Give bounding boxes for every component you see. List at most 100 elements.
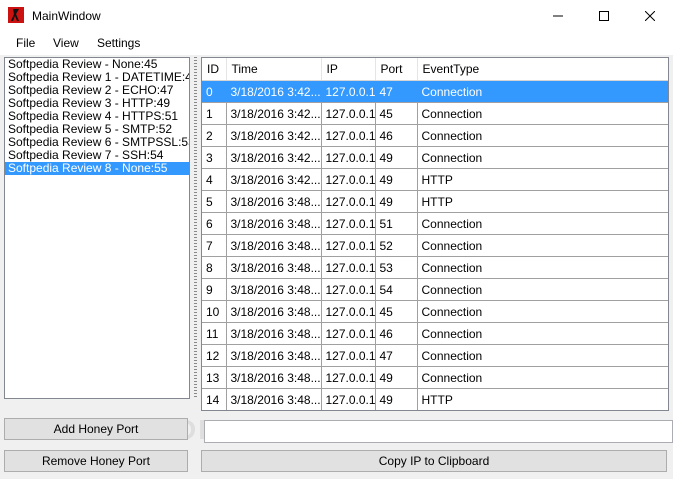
table-cell: 49 [375,146,418,169]
menu-settings[interactable]: Settings [97,36,140,50]
list-item[interactable]: Softpedia Review 2 - ECHO:47 [5,84,189,97]
table-cell: Connection [417,344,668,367]
table-cell: Connection [417,278,668,301]
table-cell: 127.0.0.1 [321,344,376,367]
table-cell: 3/18/2016 3:42... [226,146,322,169]
table-row[interactable]: 14 3/18/2016 3:48... 127.0.0.1 49 HTTP [202,388,668,410]
add-honey-port-button[interactable]: Add Honey Port [4,418,188,440]
list-item[interactable]: Softpedia Review 6 - SMTPSSL:53 [5,136,189,149]
table-row[interactable]: 6 3/18/2016 3:48... 127.0.0.1 51 Connection [202,212,668,235]
close-button[interactable] [627,0,673,31]
column-header-time[interactable]: Time [226,58,322,81]
remove-honey-port-button[interactable]: Remove Honey Port [4,450,188,472]
grid-splitter[interactable] [194,57,197,397]
table-cell: 127.0.0.1 [321,168,376,191]
table-cell: 3/18/2016 3:42... [226,168,322,191]
table-cell: 127.0.0.1 [321,322,376,345]
table-cell: 8 [202,256,227,279]
table-cell: 49 [375,388,418,410]
menu-file[interactable]: File [16,36,35,50]
menu-bar: File View Settings [0,31,673,55]
table-cell: 3 [202,146,227,169]
table-cell: 2 [202,124,227,147]
table-cell: Connection [417,212,668,235]
table-cell: Connection [417,146,668,169]
table-row[interactable]: 8 3/18/2016 3:48... 127.0.0.1 53 Connection [202,256,668,279]
table-cell: 3/18/2016 3:48... [226,344,322,367]
table-cell: 3/18/2016 3:42... [226,80,322,103]
table-cell: 51 [375,212,418,235]
table-cell: 5 [202,190,227,213]
list-item[interactable]: Softpedia Review 7 - SSH:54 [5,149,189,162]
title-bar: MainWindow [0,0,673,31]
table-cell: 11 [202,322,227,345]
list-item[interactable]: Softpedia Review - None:45 [5,58,189,71]
column-header-id[interactable]: ID [202,58,227,81]
table-cell: Connection [417,80,668,103]
list-item[interactable]: Softpedia Review 5 - SMTP:52 [5,123,189,136]
table-cell: 127.0.0.1 [321,212,376,235]
maximize-icon [599,10,609,21]
table-row[interactable]: 11 3/18/2016 3:48... 127.0.0.1 46 Connection [202,322,668,345]
table-cell: 3/18/2016 3:48... [226,300,322,323]
copy-ip-button[interactable]: Copy IP to Clipboard [201,450,667,472]
table-row[interactable]: 2 3/18/2016 3:42... 127.0.0.1 46 Connection [202,124,668,147]
table-cell: Connection [417,366,668,389]
table-row[interactable]: 4 3/18/2016 3:42... 127.0.0.1 49 HTTP [202,168,668,191]
table-cell: 127.0.0.1 [321,102,376,125]
table-cell: HTTP [417,388,668,410]
table-cell: 1 [202,102,227,125]
minimize-button[interactable] [535,0,581,31]
table-cell: 3/18/2016 3:48... [226,256,322,279]
table-cell: 45 [375,102,418,125]
table-row[interactable]: 9 3/18/2016 3:48... 127.0.0.1 54 Connection [202,278,668,301]
table-row[interactable]: 12 3/18/2016 3:48... 127.0.0.1 47 Connection [202,344,668,367]
events-grid[interactable]: ID Time IP Port EventType 0 3/18/2016 3:42...… [201,57,669,411]
table-cell: 3/18/2016 3:48... [226,322,322,345]
table-cell: Connection [417,256,668,279]
table-cell: 49 [375,168,418,191]
app-icon [8,7,24,23]
honey-port-list[interactable]: Softpedia Review - None:45 Softpedia Revi… [4,57,190,399]
table-row[interactable]: 0 3/18/2016 3:42... 127.0.0.1 47 Connection [202,80,668,103]
table-cell: 6 [202,212,227,235]
table-cell: 127.0.0.1 [321,256,376,279]
column-header-ip[interactable]: IP [321,58,376,81]
ip-field[interactable] [204,420,673,443]
table-cell: Connection [417,300,668,323]
table-cell: 3/18/2016 3:48... [226,190,322,213]
table-row[interactable]: 1 3/18/2016 3:42... 127.0.0.1 45 Connection [202,102,668,125]
table-cell: 10 [202,300,227,323]
table-cell: 9 [202,278,227,301]
table-cell: 127.0.0.1 [321,124,376,147]
window-title: MainWindow [32,9,101,23]
table-cell: 52 [375,234,418,257]
list-item[interactable]: Softpedia Review 4 - HTTPS:51 [5,110,189,123]
table-cell: 127.0.0.1 [321,190,376,213]
table-row[interactable]: 13 3/18/2016 3:48... 127.0.0.1 49 Connection [202,366,668,389]
table-cell: 3/18/2016 3:48... [226,234,322,257]
column-header-eventtype[interactable]: EventType [417,58,668,81]
menu-view[interactable]: View [53,36,79,50]
table-cell: 49 [375,366,418,389]
table-cell: 54 [375,278,418,301]
list-item[interactable]: Softpedia Review 8 - None:55 [5,162,189,175]
table-row[interactable]: 5 3/18/2016 3:48... 127.0.0.1 49 HTTP [202,190,668,213]
close-icon [645,10,655,21]
table-cell: 46 [375,322,418,345]
list-item[interactable]: Softpedia Review 1 - DATETIME:46 [5,71,189,84]
table-cell: 127.0.0.1 [321,234,376,257]
list-item[interactable]: Softpedia Review 3 - HTTP:49 [5,97,189,110]
table-row[interactable]: 3 3/18/2016 3:42... 127.0.0.1 49 Connection [202,146,668,169]
table-cell: 3/18/2016 3:48... [226,388,322,410]
table-cell: 7 [202,234,227,257]
table-cell: Connection [417,234,668,257]
table-cell: 14 [202,388,227,410]
table-cell: 49 [375,190,418,213]
table-row[interactable]: 7 3/18/2016 3:48... 127.0.0.1 52 Connection [202,234,668,257]
maximize-button[interactable] [581,0,627,31]
table-row[interactable]: 10 3/18/2016 3:48... 127.0.0.1 45 Connection [202,300,668,323]
column-header-port[interactable]: Port [375,58,418,81]
table-cell: 127.0.0.1 [321,300,376,323]
table-cell: 4 [202,168,227,191]
